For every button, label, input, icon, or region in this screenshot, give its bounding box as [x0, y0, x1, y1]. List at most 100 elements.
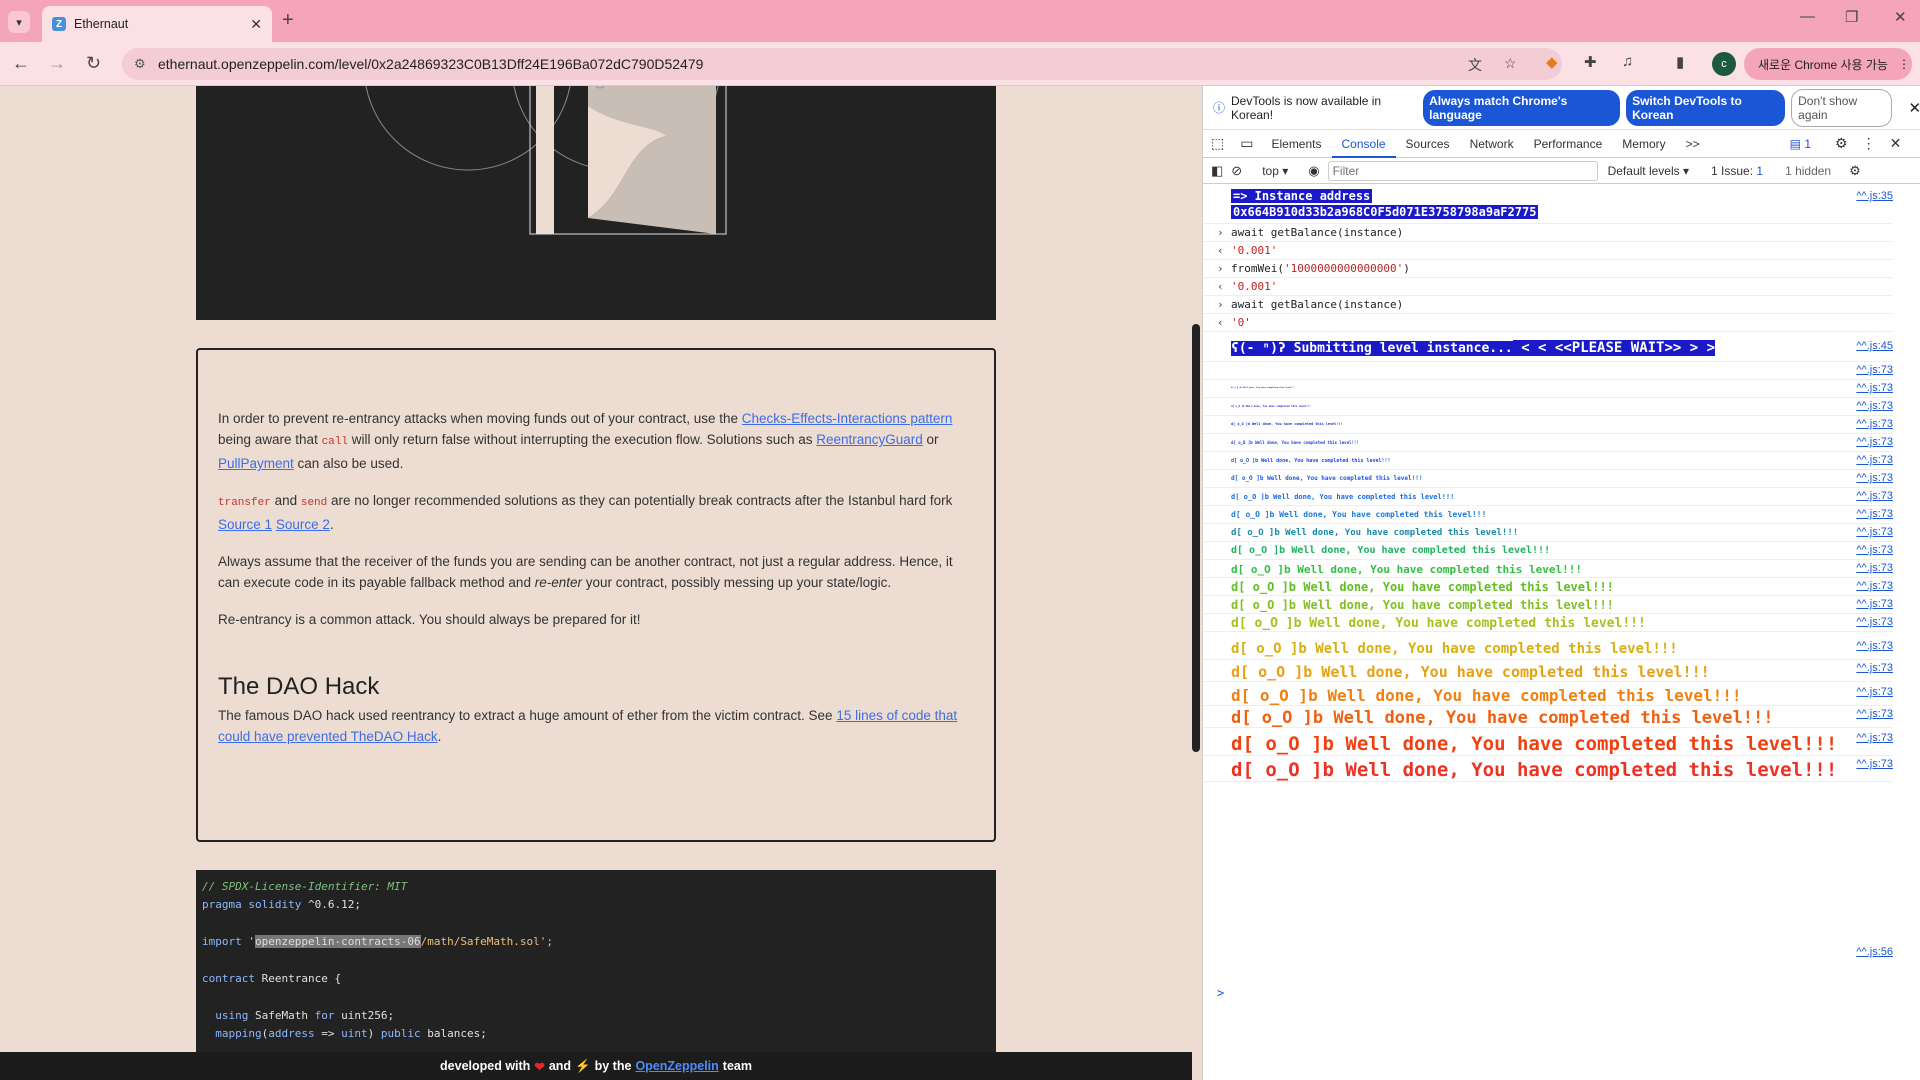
source-link[interactable]: ^^.js:73: [1856, 382, 1893, 394]
translate-icon[interactable]: 文: [1468, 55, 1482, 75]
source-link[interactable]: ^^.js:73: [1856, 436, 1893, 448]
source-link[interactable]: ^^.js:73: [1856, 364, 1893, 376]
side-panel-icon[interactable]: ▮: [1676, 53, 1684, 71]
source-link[interactable]: ^^.js:73: [1856, 662, 1893, 674]
source-link[interactable]: ^^.js:56: [1856, 946, 1893, 958]
source-link[interactable]: ^^.js:73: [1856, 400, 1893, 412]
source-link[interactable]: ^^.js:73: [1856, 640, 1893, 652]
window-close-icon[interactable]: ✕: [1894, 8, 1907, 26]
media-controls-icon[interactable]: ♫: [1622, 53, 1633, 70]
source-link[interactable]: ^^.js:73: [1856, 562, 1893, 574]
tab-memory[interactable]: Memory: [1612, 130, 1675, 158]
browser-tab[interactable]: Z Ethernaut ✕: [42, 6, 272, 42]
console-log-well-done: d[ o_O ]b Well done, You have completed …: [1203, 470, 1893, 488]
source-link[interactable]: ^^.js:73: [1856, 526, 1893, 538]
tab-close-icon[interactable]: ✕: [250, 16, 262, 33]
source-link[interactable]: ^^.js:35: [1856, 190, 1893, 202]
tab-sources[interactable]: Sources: [1396, 130, 1460, 158]
code-keyword: pragma solidity: [202, 898, 302, 912]
console-command: › fromWei('1000000000000000'): [1203, 260, 1893, 278]
clear-console-icon[interactable]: ⊘: [1231, 163, 1242, 179]
link-pull-payment[interactable]: PullPayment: [218, 456, 294, 471]
console-result: ‹ '0.001': [1203, 278, 1893, 296]
reload-icon[interactable]: ↻: [86, 53, 101, 74]
back-icon[interactable]: ←: [12, 53, 30, 74]
extensions-icon[interactable]: ✚: [1584, 53, 1597, 71]
tab-title: Ethernaut: [74, 17, 129, 31]
console-result: ‹ '0.001': [1203, 242, 1893, 260]
source-link[interactable]: ^^.js:73: [1856, 490, 1893, 502]
inspect-element-icon[interactable]: ⬚: [1203, 135, 1232, 152]
tab-network[interactable]: Network: [1460, 130, 1524, 158]
source-link[interactable]: ^^.js:73: [1856, 508, 1893, 520]
link-source-2[interactable]: Source 2: [276, 517, 330, 532]
code-text: ': [241, 935, 255, 949]
address-bar[interactable]: ⚙ ethernaut.openzeppelin.com/level/0x2a2…: [122, 48, 1562, 80]
devtools-close-icon[interactable]: ✕: [1890, 135, 1902, 152]
result-text: '0': [1231, 316, 1251, 329]
live-expression-eye-icon[interactable]: ◉: [1308, 163, 1319, 179]
code-text: ): [1403, 262, 1410, 275]
console-log-well-done: d[ o_O ]b Well done, You have completed …: [1203, 416, 1893, 434]
source-link[interactable]: ^^.js:73: [1856, 418, 1893, 430]
source-link[interactable]: ^^.js:73: [1856, 472, 1893, 484]
inline-code-transfer: transfer: [218, 497, 271, 509]
new-chrome-available-button[interactable]: 새로운 Chrome 사용 가능 ⋮: [1744, 48, 1912, 80]
level-description-card: In order to prevent re-entrancy attacks …: [196, 348, 996, 842]
devtools-menu-icon[interactable]: ⋮: [1862, 135, 1876, 152]
well-done-text: d[ o_O ]b Well done, You have completed …: [1231, 732, 1838, 755]
new-chrome-label: 새로운 Chrome 사용 가능: [1758, 57, 1888, 72]
tab-console[interactable]: Console: [1331, 130, 1396, 158]
page-scrollbar[interactable]: [1192, 324, 1200, 752]
source-link[interactable]: ^^.js:73: [1856, 544, 1893, 556]
match-language-button[interactable]: Always match Chrome's language: [1423, 89, 1621, 126]
source-link[interactable]: ^^.js:73: [1856, 454, 1893, 466]
tab-elements[interactable]: Elements: [1261, 130, 1331, 158]
source-link[interactable]: ^^.js:73: [1856, 708, 1893, 720]
site-info-icon[interactable]: ⚙: [134, 56, 146, 72]
code-text: balances;: [420, 1027, 487, 1041]
well-done-text: d[ o_O ]b Well done, You have completed …: [1231, 510, 1487, 519]
context-select[interactable]: top ▾: [1262, 164, 1288, 178]
console-command: › await getBalance(instance): [1203, 224, 1893, 242]
text: are no longer recommended solutions as t…: [327, 493, 953, 508]
source-link[interactable]: ^^.js:45: [1856, 340, 1893, 352]
openzeppelin-link[interactable]: OpenZeppelin: [635, 1059, 718, 1073]
settings-gear-icon[interactable]: ⚙: [1835, 135, 1848, 152]
issues-label[interactable]: 1 Issue: 1: [1711, 164, 1763, 178]
metamask-extension-icon[interactable]: ◆: [1546, 53, 1558, 71]
source-link[interactable]: ^^.js:73: [1856, 580, 1893, 592]
sidebar-toggle-icon[interactable]: ◧: [1211, 163, 1223, 179]
link-source-1[interactable]: Source 1: [218, 517, 272, 532]
console-settings-icon[interactable]: ⚙: [1849, 163, 1861, 179]
more-tabs-icon[interactable]: >>: [1676, 130, 1710, 158]
paragraph-cei: In order to prevent re-entrancy attacks …: [218, 408, 974, 474]
console-log-submitting: ʕ(- ⁿ)ʔ Submitting level instance... < <…: [1203, 332, 1893, 362]
source-link[interactable]: ^^.js:73: [1856, 616, 1893, 628]
tab-performance[interactable]: Performance: [1524, 130, 1613, 158]
forward-icon[interactable]: →: [48, 53, 66, 74]
console-filterbar: ◧ ⊘ top ▾ ◉ Default levels ▾ 1 Issue: 1 …: [1203, 158, 1920, 184]
chrome-menu-icon[interactable]: ⋮: [1898, 57, 1910, 71]
source-link[interactable]: ^^.js:73: [1856, 732, 1893, 744]
console-log-well-done: d[ o_O ]b Well done, You have completed …: [1203, 684, 1893, 706]
source-link[interactable]: ^^.js:73: [1856, 598, 1893, 610]
switch-korean-button[interactable]: Switch DevTools to Korean: [1626, 89, 1786, 126]
bookmark-star-icon[interactable]: ☆: [1504, 55, 1517, 72]
source-link[interactable]: ^^.js:73: [1856, 686, 1893, 698]
tab-search-icon[interactable]: ▾: [8, 11, 30, 33]
link-reentrancy-guard[interactable]: ReentrancyGuard: [816, 432, 923, 447]
source-link[interactable]: ^^.js:73: [1856, 758, 1893, 770]
console-filter-input[interactable]: [1327, 160, 1598, 181]
infobar-close-icon[interactable]: ✕: [1908, 99, 1920, 117]
minimize-icon[interactable]: —: [1800, 8, 1815, 25]
link-checks-effects-interactions[interactable]: Checks-Effects-Interactions pattern: [742, 411, 953, 426]
profile-avatar[interactable]: c: [1712, 52, 1736, 76]
device-toolbar-icon[interactable]: ▭: [1232, 135, 1261, 152]
dont-show-again-button[interactable]: Don't show again: [1791, 88, 1893, 127]
log-levels-select[interactable]: Default levels ▾: [1608, 164, 1689, 178]
console-prompt-icon[interactable]: >: [1217, 986, 1224, 1000]
restore-icon[interactable]: ❐: [1845, 8, 1858, 26]
new-tab-icon[interactable]: +: [282, 9, 294, 32]
messages-badge[interactable]: ▤ 1: [1790, 137, 1811, 151]
